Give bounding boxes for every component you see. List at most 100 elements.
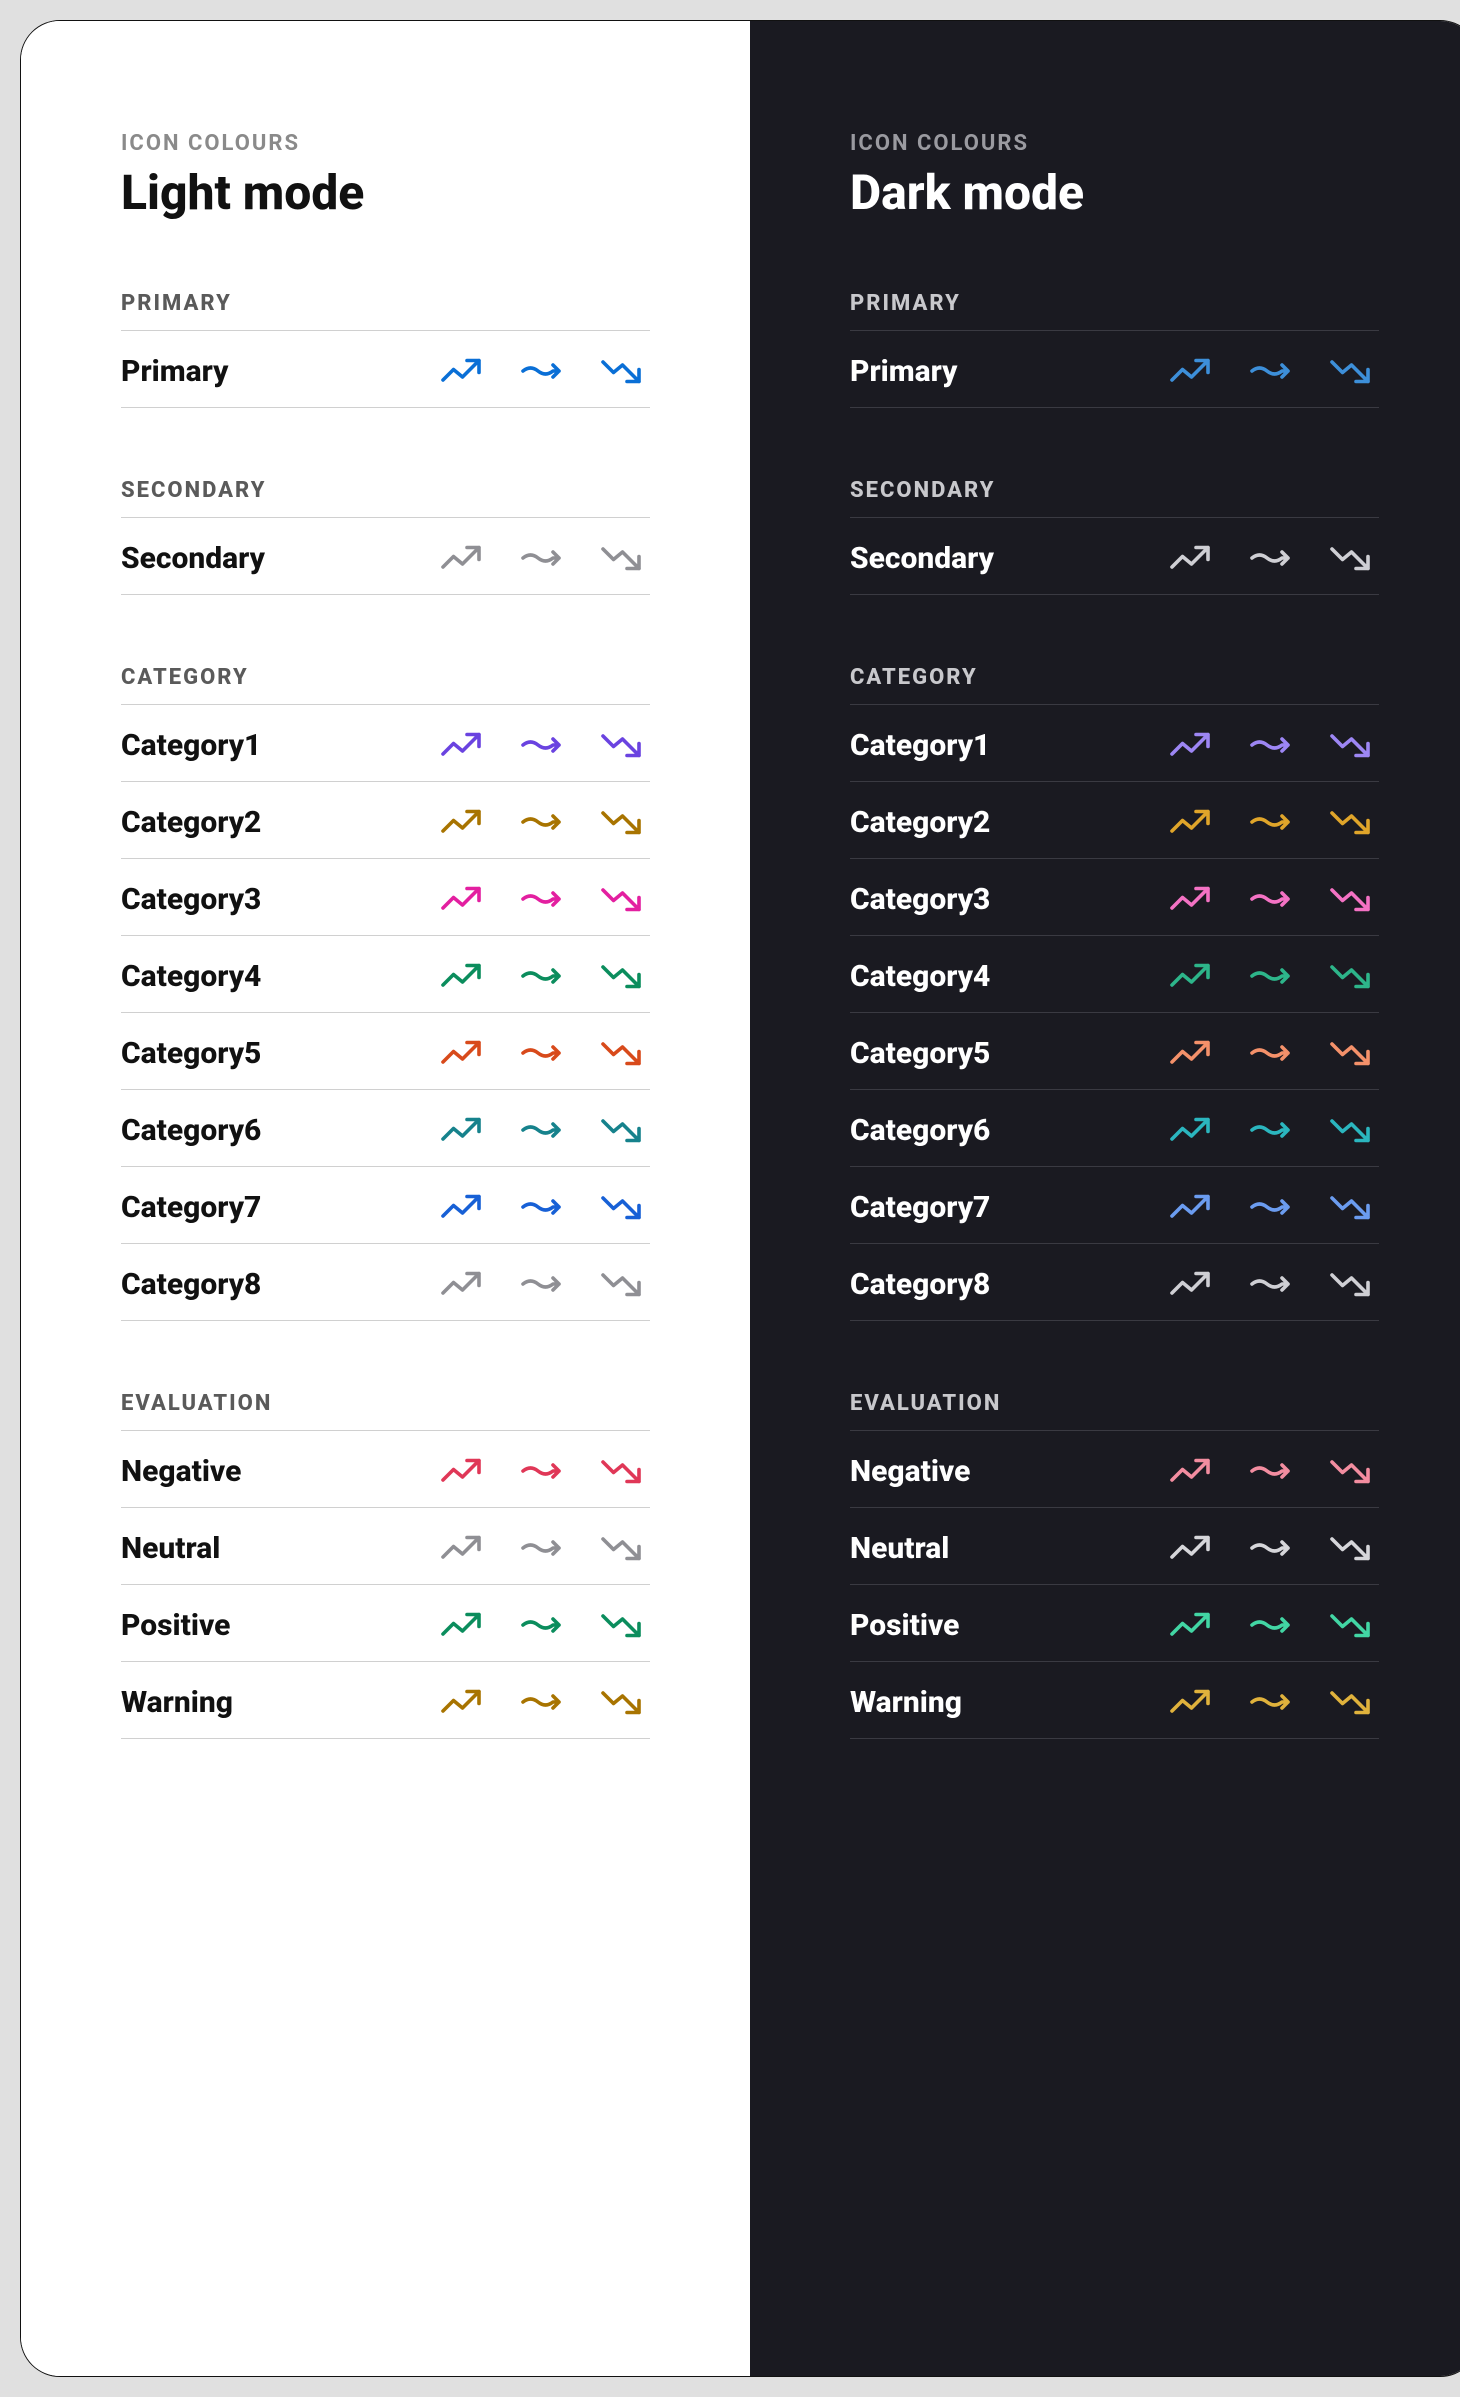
trend-flat-icon bbox=[512, 881, 570, 917]
trend-flat-icon bbox=[512, 1453, 570, 1489]
swatch-row-category4: Category4 bbox=[121, 936, 650, 1013]
trend-up-icon bbox=[432, 353, 490, 389]
swatch-label: Category6 bbox=[850, 1113, 990, 1148]
swatch-label: Category1 bbox=[850, 728, 990, 763]
section-primary: PRIMARYPrimary bbox=[121, 291, 650, 408]
swatch-row-category3: Category3 bbox=[850, 859, 1379, 936]
trend-down-icon bbox=[592, 1112, 650, 1148]
trend-flat-icon bbox=[1241, 1189, 1299, 1225]
trend-up-icon bbox=[432, 1453, 490, 1489]
trend-up-icon bbox=[1161, 1607, 1219, 1643]
swatch-label: Category3 bbox=[850, 882, 990, 917]
trend-down-icon bbox=[1321, 1112, 1379, 1148]
swatch-row-category8: Category8 bbox=[850, 1244, 1379, 1321]
trend-flat-icon bbox=[512, 958, 570, 994]
swatch-icons bbox=[432, 1266, 650, 1302]
swatch-label: Category7 bbox=[121, 1190, 261, 1225]
swatch-icons bbox=[1161, 1266, 1379, 1302]
trend-flat-icon bbox=[1241, 1607, 1299, 1643]
trend-flat-icon bbox=[512, 727, 570, 763]
trend-up-icon bbox=[432, 804, 490, 840]
trend-down-icon bbox=[1321, 1189, 1379, 1225]
swatch-label: Category2 bbox=[850, 805, 990, 840]
swatch-icons bbox=[432, 353, 650, 389]
trend-down-icon bbox=[592, 1530, 650, 1566]
swatch-icons bbox=[432, 1607, 650, 1643]
swatch-row-positive: Positive bbox=[121, 1585, 650, 1662]
trend-up-icon bbox=[1161, 881, 1219, 917]
trend-up-icon bbox=[1161, 1112, 1219, 1148]
swatch-icons bbox=[1161, 804, 1379, 840]
swatch-icons bbox=[432, 1035, 650, 1071]
trend-flat-icon bbox=[1241, 1112, 1299, 1148]
trend-up-icon bbox=[1161, 540, 1219, 576]
swatch-label: Warning bbox=[850, 1685, 962, 1720]
trend-flat-icon bbox=[1241, 958, 1299, 994]
swatch-label: Category5 bbox=[850, 1036, 990, 1071]
trend-flat-icon bbox=[1241, 540, 1299, 576]
trend-flat-icon bbox=[1241, 881, 1299, 917]
swatch-row-category7: Category7 bbox=[850, 1167, 1379, 1244]
swatch-label: Secondary bbox=[121, 541, 265, 576]
swatch-icons bbox=[432, 540, 650, 576]
mode-title-dark: Dark mode bbox=[850, 164, 1379, 221]
trend-up-icon bbox=[432, 1266, 490, 1302]
swatch-row-category2: Category2 bbox=[121, 782, 650, 859]
swatch-row-secondary: Secondary bbox=[850, 518, 1379, 595]
swatch-row-category5: Category5 bbox=[121, 1013, 650, 1090]
trend-down-icon bbox=[592, 1684, 650, 1720]
trend-down-icon bbox=[592, 353, 650, 389]
swatch-row-neutral: Neutral bbox=[850, 1508, 1379, 1585]
section-evaluation: EVALUATIONNegativeNeutralPositiveWarning bbox=[850, 1391, 1379, 1739]
swatch-icons bbox=[1161, 1684, 1379, 1720]
sections-light: PRIMARYPrimarySECONDARYSecondaryCATEGORY… bbox=[121, 291, 650, 1739]
section-label: SECONDARY bbox=[121, 478, 650, 518]
swatch-row-positive: Positive bbox=[850, 1585, 1379, 1662]
trend-up-icon bbox=[1161, 353, 1219, 389]
trend-flat-icon bbox=[1241, 353, 1299, 389]
trend-flat-icon bbox=[1241, 1266, 1299, 1302]
swatch-row-primary: Primary bbox=[850, 331, 1379, 408]
trend-up-icon bbox=[432, 1530, 490, 1566]
swatch-label: Category3 bbox=[121, 882, 261, 917]
trend-up-icon bbox=[1161, 1035, 1219, 1071]
trend-down-icon bbox=[1321, 1607, 1379, 1643]
trend-up-icon bbox=[1161, 958, 1219, 994]
trend-down-icon bbox=[1321, 1684, 1379, 1720]
swatch-label: Secondary bbox=[850, 541, 994, 576]
swatch-label: Category4 bbox=[850, 959, 990, 994]
section-label: CATEGORY bbox=[850, 665, 1379, 705]
trend-down-icon bbox=[1321, 727, 1379, 763]
swatch-icons bbox=[1161, 1189, 1379, 1225]
swatch-row-category6: Category6 bbox=[121, 1090, 650, 1167]
trend-flat-icon bbox=[512, 804, 570, 840]
swatch-row-category5: Category5 bbox=[850, 1013, 1379, 1090]
swatch-row-negative: Negative bbox=[121, 1431, 650, 1508]
trend-down-icon bbox=[1321, 540, 1379, 576]
swatch-label: Category4 bbox=[121, 959, 261, 994]
swatch-icons bbox=[1161, 353, 1379, 389]
trend-up-icon bbox=[432, 1189, 490, 1225]
swatch-label: Neutral bbox=[121, 1531, 220, 1566]
trend-flat-icon bbox=[512, 353, 570, 389]
trend-up-icon bbox=[1161, 1453, 1219, 1489]
trend-up-icon bbox=[432, 1035, 490, 1071]
trend-flat-icon bbox=[512, 1530, 570, 1566]
swatch-icons bbox=[1161, 1453, 1379, 1489]
swatch-icons bbox=[1161, 540, 1379, 576]
trend-down-icon bbox=[1321, 353, 1379, 389]
swatch-label: Category7 bbox=[850, 1190, 990, 1225]
swatch-icons bbox=[1161, 958, 1379, 994]
swatch-label: Category5 bbox=[121, 1036, 261, 1071]
swatch-label: Category6 bbox=[121, 1113, 261, 1148]
swatch-icons bbox=[1161, 1607, 1379, 1643]
trend-flat-icon bbox=[1241, 1035, 1299, 1071]
swatch-label: Category8 bbox=[850, 1267, 990, 1302]
trend-down-icon bbox=[1321, 881, 1379, 917]
trend-down-icon bbox=[592, 1607, 650, 1643]
trend-up-icon bbox=[1161, 1266, 1219, 1302]
swatch-icons bbox=[432, 1530, 650, 1566]
section-evaluation: EVALUATIONNegativeNeutralPositiveWarning bbox=[121, 1391, 650, 1739]
section-primary: PRIMARYPrimary bbox=[850, 291, 1379, 408]
trend-up-icon bbox=[1161, 804, 1219, 840]
